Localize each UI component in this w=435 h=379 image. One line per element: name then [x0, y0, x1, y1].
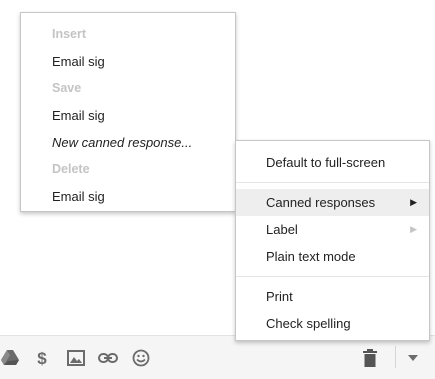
photo-icon[interactable] [66, 348, 86, 368]
canned-responses-submenu: Insert Email sig Save Email sig New cann… [20, 12, 236, 212]
trash-icon[interactable] [360, 348, 380, 368]
submenu-arrow-icon: ▶ [410, 197, 417, 207]
save-email-sig-item[interactable]: Email sig [21, 102, 235, 129]
dollar-icon[interactable]: $ [32, 348, 52, 368]
delete-section-header: Delete [52, 162, 90, 176]
delete-email-sig-item[interactable]: Email sig [21, 183, 235, 210]
plain-text-mode-label: Plain text mode [266, 249, 356, 264]
menu-divider [236, 182, 429, 183]
print-item[interactable]: Print [236, 283, 429, 310]
plain-text-mode-item[interactable]: Plain text mode [236, 243, 429, 270]
toolbar-divider [395, 346, 396, 368]
canned-responses-label: Canned responses [266, 195, 376, 210]
more-options-icon[interactable] [403, 348, 423, 368]
emoji-icon[interactable] [131, 348, 151, 368]
label-item-label: Label [266, 222, 298, 237]
insert-email-sig-item[interactable]: Email sig [21, 48, 235, 75]
compose-toolbar: $ [0, 335, 435, 379]
insert-section-header: Insert [52, 27, 87, 41]
print-label: Print [266, 289, 293, 304]
svg-text:$: $ [37, 349, 47, 367]
default-full-screen-label: Default to full-screen [266, 155, 386, 170]
default-full-screen-item[interactable]: Default to full-screen [236, 149, 429, 176]
more-options-menu: Default to full-screen Canned responses … [235, 140, 430, 341]
new-canned-response-item[interactable]: New canned response... [21, 129, 235, 156]
save-section-header: Save [52, 81, 82, 95]
submenu-arrow-icon: ▶ [410, 224, 417, 234]
menu-divider [236, 276, 429, 277]
check-spelling-item[interactable]: Check spelling [236, 310, 429, 337]
label-item[interactable]: Label ▶ [236, 216, 429, 243]
canned-responses-item[interactable]: Canned responses ▶ [236, 189, 429, 216]
drive-icon[interactable] [0, 348, 20, 368]
check-spelling-label: Check spelling [266, 316, 351, 331]
link-icon[interactable] [98, 348, 118, 368]
